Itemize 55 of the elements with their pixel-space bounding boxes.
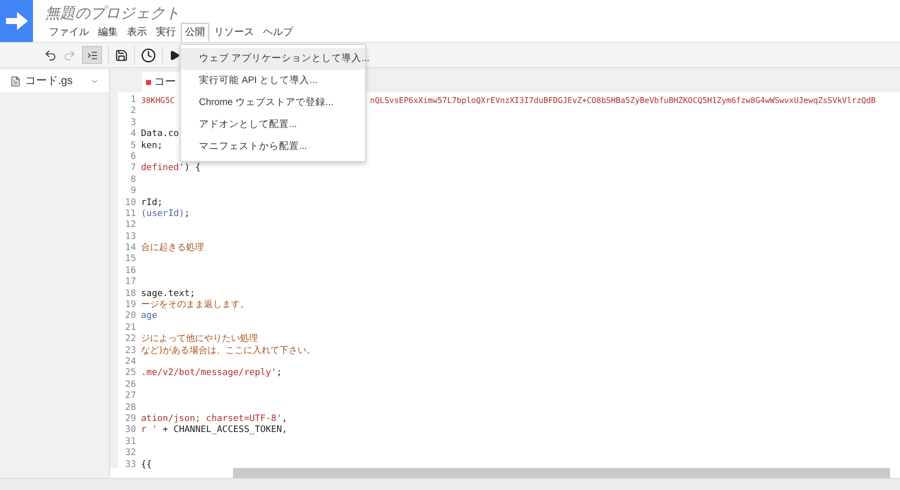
line-number: 31 — [124, 436, 136, 448]
line-number: 3 — [130, 118, 136, 130]
line-number: 24 — [124, 356, 136, 368]
line-number: 30 — [124, 425, 136, 437]
code-text: .me/v2/bot/message/reply' — [141, 368, 276, 380]
line-number: 32 — [124, 448, 136, 460]
line-number: 27 — [124, 391, 136, 403]
line-number: 20 — [124, 311, 136, 323]
code-text: ken; — [141, 140, 163, 152]
line-number: 10 — [124, 198, 136, 209]
line-number: 9 — [130, 186, 136, 198]
code-text: , — [282, 414, 288, 425]
code-text: Data.co — [141, 129, 179, 141]
code-text: 38KHG5C — [141, 95, 175, 106]
line-number: 21 — [124, 322, 136, 334]
line-number: 25 — [124, 368, 136, 380]
line-number: 16 — [124, 266, 136, 278]
line-number: 2 — [130, 106, 136, 118]
code-text: rId; — [141, 198, 163, 209]
line-number: 7 — [130, 163, 136, 175]
code-text: ation/json; charset=UTF-8' — [141, 414, 282, 425]
code-text: 合に起きる処理 — [141, 243, 204, 254]
line-number: 17 — [124, 277, 136, 289]
code-text: ; — [276, 368, 282, 380]
code-text: ) { — [184, 163, 201, 175]
code-text: ; — [184, 208, 190, 220]
line-number: 33 — [124, 460, 136, 471]
code-text: age — [141, 311, 158, 323]
code-text: r ' — [141, 425, 158, 437]
line-number: 4 — [130, 129, 136, 141]
line-number: 6 — [130, 152, 136, 164]
line-number: 8 — [130, 174, 136, 186]
code-text: sage.text; — [141, 288, 196, 300]
code-text: defined' — [141, 163, 184, 175]
line-number: 19 — [124, 300, 136, 311]
code-text: nQLSvsEP6xXimw57L7bploQXrEVnzXI3I7duBFDGJEvZ+CO8bSHBa5ZyBeVbfuBHZKOCQ5H1Zym6fzw8G4wWSwvxUJewqZsSVkVlrzQdB — [370, 95, 876, 106]
code-text: + CHANNEL_ACCESS_TOKEN, — [162, 425, 288, 437]
line-number: 1 — [130, 95, 136, 106]
code-text: など)がある場合は、ここに入れて下さい。 — [141, 346, 316, 357]
line-number: 29 — [124, 414, 136, 425]
code-text: {{ — [141, 460, 152, 471]
line-number: 22 — [124, 334, 136, 346]
code-text: ジによって他にやりたい処理 — [141, 334, 258, 346]
line-number: 28 — [124, 402, 136, 414]
line-number: 13 — [124, 232, 136, 244]
line-number: 23 — [124, 346, 136, 357]
code-text: ージをそのまま返します。 — [141, 300, 249, 312]
line-number: 5 — [130, 140, 136, 152]
line-number: 11 — [124, 208, 136, 220]
line-number: 26 — [124, 380, 136, 391]
line-number: 12 — [124, 220, 136, 232]
code-text: (userId) — [141, 208, 184, 220]
line-number: 18 — [124, 288, 136, 300]
line-number: 15 — [124, 254, 136, 266]
line-number: 14 — [124, 243, 136, 254]
